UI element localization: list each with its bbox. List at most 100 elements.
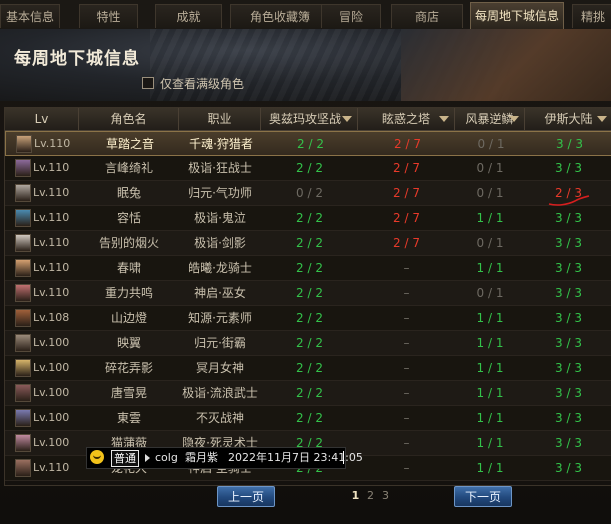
table-row[interactable]: Lv.110 眠兔 归元·气功师 0 / 22 / 70 / 12 / 3 — [5, 181, 611, 206]
ozma-count: 2 / 2 — [296, 261, 323, 275]
ozma-count: 2 / 2 — [296, 161, 323, 175]
character-class: 不灭战神 — [195, 411, 244, 425]
table-row[interactable]: Lv.110 春啸 皓曦·龙骑士 2 / 2 – 1 / 1 3 / 3 — [5, 256, 611, 281]
page-link[interactable]: 3 — [378, 488, 393, 504]
chat-channel-badge[interactable]: 普通 — [111, 450, 139, 467]
table-row[interactable]: Lv.100 碎花弄影 冥月女神 2 / 2 – 1 / 1 3 / 3 — [5, 356, 611, 381]
character-class: 冥月女神 — [195, 361, 244, 375]
dungeon-table: Lv 角色名 职业 奥兹玛攻坚战 眩惑之塔 风暴逆鳞 伊斯大陆 Lv.110 草踏… — [4, 107, 611, 486]
avatar — [15, 184, 31, 202]
character-name: 春啸 — [116, 261, 141, 275]
avatar — [15, 409, 31, 427]
level-text: Lv.110 — [33, 286, 70, 299]
column-header-tower[interactable]: 眩惑之塔 — [358, 108, 455, 130]
character-class: 皓曦·龙骑士 — [188, 261, 252, 275]
isle-count: 3 / 3 — [555, 161, 582, 175]
ozma-count: 2 / 2 — [296, 386, 323, 400]
tower-count: – — [403, 261, 410, 275]
column-header-ozma-raid[interactable]: 奥兹玛攻坚战 — [261, 108, 358, 130]
sort-dropdown-icon[interactable] — [509, 116, 519, 122]
table-row[interactable]: Lv.110 重力共鸣 神启·巫女 2 / 2 – 0 / 1 3 / 3 — [5, 281, 611, 306]
avatar — [15, 384, 31, 402]
sort-dropdown-icon[interactable] — [597, 116, 607, 122]
level-cell: Lv.110 — [5, 456, 79, 480]
character-name: 映翼 — [116, 336, 141, 350]
tab-weekly-dungeon[interactable]: 每周地下城信息 — [470, 2, 564, 29]
level-text: Lv.100 — [33, 386, 70, 399]
tab-traits[interactable]: 特性 — [79, 4, 138, 28]
header-art — [401, 29, 611, 101]
level-text: Lv.110 — [33, 261, 70, 274]
column-header-character-name: 角色名 — [79, 108, 179, 130]
max-level-only-checkbox[interactable] — [142, 77, 154, 89]
column-label: 职业 — [207, 112, 232, 126]
storm-count: 1 / 1 — [476, 361, 504, 375]
table-row[interactable]: Lv.110 草踏之音 千魂·狩猎者 2 / 2 2 / 7 0 / 1 3 / 3 — [5, 131, 611, 156]
storm-count: 1 / 1 — [476, 386, 504, 400]
column-label: 奥兹玛攻坚战 — [269, 112, 342, 126]
column-header-isle[interactable]: 伊斯大陆 — [525, 108, 611, 130]
storm-count: 0 / 1 — [476, 161, 504, 175]
ozma-count: 2 / 2 — [296, 336, 323, 350]
avatar — [15, 259, 31, 277]
isle-count: 3 / 3 — [555, 336, 582, 350]
character-class: 神启·巫女 — [194, 286, 246, 300]
avatar — [15, 159, 31, 177]
table-row[interactable]: Lv.100 東雲 不灭战神 2 / 2 – 1 / 1 3 / 3 — [5, 406, 611, 431]
table-row[interactable]: Lv.108 山边燈 知源·元素师 2 / 2 – 1 / 1 3 / 3 — [5, 306, 611, 331]
tower-count: 2 / 7 — [394, 137, 421, 151]
avatar — [15, 234, 31, 252]
character-name: 告别的烟火 — [98, 236, 159, 250]
page-title: 每周地下城信息 — [14, 49, 140, 69]
sort-dropdown-icon[interactable] — [439, 116, 449, 122]
storm-count: 1 / 1 — [476, 411, 504, 425]
isle-count: 3 / 3 — [555, 261, 582, 275]
max-level-only-label[interactable]: 仅查看满级角色 — [160, 75, 244, 92]
column-header-level: Lv — [5, 108, 79, 130]
level-text: Lv.100 — [33, 361, 70, 374]
storm-count: 0 / 1 — [476, 286, 504, 300]
level-text: Lv.110 — [33, 161, 70, 174]
sort-dropdown-icon[interactable] — [342, 116, 352, 122]
character-class: 极诣·鬼泣 — [194, 211, 246, 225]
tab-achievements[interactable]: 成就 — [155, 4, 222, 28]
character-name: 碎花弄影 — [104, 361, 153, 375]
prev-page-button[interactable]: 上一页 — [217, 486, 275, 507]
level-cell: Lv.100 — [5, 431, 79, 455]
tab-basic-info[interactable]: 基本信息 — [0, 4, 60, 28]
table-row[interactable]: Lv.110 容恬 极诣·鬼泣 2 / 2 2 / 7 1 / 1 3 / 3 — [5, 206, 611, 231]
character-name: 眠兔 — [116, 186, 141, 200]
tab-shop[interactable]: 商店 — [391, 4, 463, 28]
storm-count: 1 / 1 — [476, 336, 504, 350]
tower-count: 2 / 7 — [393, 236, 420, 250]
tab-adventure[interactable]: 冒险 — [321, 4, 381, 28]
level-cell: Lv.110 — [6, 132, 80, 156]
level-text: Lv.100 — [33, 411, 70, 424]
character-name: 東雲 — [116, 411, 141, 425]
storm-count: 0 / 1 — [476, 236, 504, 250]
tab-selection[interactable]: 精挑 — [572, 4, 611, 28]
column-header-storm[interactable]: 风暴逆鳞 — [455, 108, 525, 130]
page-link[interactable]: 1 — [348, 488, 363, 504]
table-row[interactable]: Lv.110 言峰绮礼 极诣·狂战士 2 / 2 2 / 7 0 / 1 3 / 3 — [5, 156, 611, 181]
level-cell: Lv.110 — [5, 256, 79, 280]
tab-collection[interactable]: 角色收藏簿 — [230, 4, 330, 28]
level-cell: Lv.100 — [5, 331, 79, 355]
table-row[interactable]: Lv.110 告别的烟火 极诣·剑影 2 / 2 2 / 7 0 / 1 3 / 3 — [5, 231, 611, 256]
column-label: 眩惑之塔 — [381, 112, 430, 126]
isle-count: 3 / 3 — [555, 286, 582, 300]
isle-count: 3 / 3 — [555, 311, 582, 325]
table-row[interactable]: Lv.100 唐雪晃 极诣·流浪武士 2 / 2 – 1 / 1 3 / 3 — [5, 381, 611, 406]
next-page-button[interactable]: 下一页 — [454, 486, 512, 507]
table-row[interactable]: Lv.100 映翼 归元·街霸 2 / 2 – 1 / 1 3 / 3 — [5, 331, 611, 356]
chat-sender: colg — [155, 451, 178, 464]
tower-count: – — [403, 461, 410, 475]
storm-count: 1 / 1 — [476, 311, 504, 325]
tab-bar: 基本信息 特性 成就 角色收藏簿 冒险 商店 每周地下城信息 精挑 — [0, 0, 611, 30]
level-cell: Lv.110 — [5, 181, 79, 205]
character-name: 山边燈 — [110, 311, 147, 325]
isle-count: 3 / 3 — [555, 361, 582, 375]
page-link[interactable]: 2 — [363, 488, 378, 504]
avatar — [15, 309, 31, 327]
ozma-count: 0 / 2 — [296, 186, 323, 200]
